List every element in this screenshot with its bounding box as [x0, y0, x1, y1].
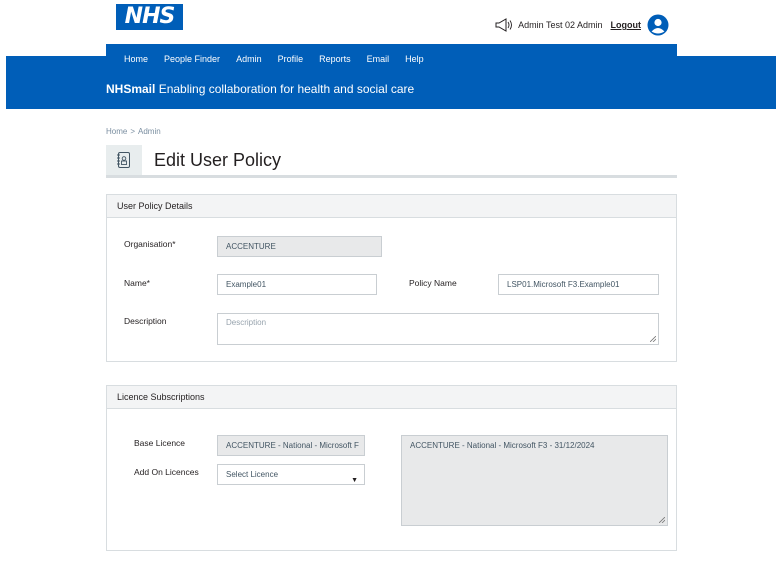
main-nav: Home People Finder Admin Profile Reports…: [106, 44, 677, 74]
add-on-licence-select[interactable]: Select Licence ▼: [217, 464, 365, 485]
base-licence-label: Base Licence: [134, 438, 186, 448]
nav-help[interactable]: Help: [405, 54, 424, 64]
policy-name-label: Policy Name: [409, 278, 457, 288]
user-area: Admin Test 02 Admin Logout: [494, 12, 669, 38]
nav-profile[interactable]: Profile: [278, 54, 304, 64]
breadcrumb-admin[interactable]: Admin: [138, 127, 161, 136]
dropdown-arrow-icon[interactable]: ▼: [351, 471, 358, 484]
tagline-text: Enabling collaboration for health and so…: [155, 82, 415, 96]
top-bar: NHS Admin Test 02 Admin Logout: [0, 0, 781, 44]
licence-subscriptions-panel: Licence Subscriptions Base Licence ACCEN…: [106, 385, 677, 551]
nav-email[interactable]: Email: [367, 54, 390, 64]
organisation-label: Organisation*: [124, 239, 176, 249]
licence-summary-text: ACCENTURE - National - Microsoft F3 - 31…: [410, 441, 595, 450]
page-header: Edit User Policy: [106, 145, 677, 178]
user-name: Admin Test 02 Admin: [518, 20, 603, 30]
nhs-logo[interactable]: NHS: [116, 4, 183, 30]
logout-link[interactable]: Logout: [611, 20, 642, 30]
page-title: Edit User Policy: [154, 150, 282, 170]
description-textarea[interactable]: Description: [217, 313, 659, 345]
resize-grip-icon[interactable]: [650, 336, 656, 342]
nav-people-finder[interactable]: People Finder: [164, 54, 220, 64]
user-policy-details-panel: User Policy Details Organisation* ACCENT…: [106, 194, 677, 362]
page-icon-box: [106, 145, 142, 175]
organisation-field: ACCENTURE: [217, 236, 382, 257]
breadcrumb-home[interactable]: Home: [106, 127, 127, 136]
panel-title: User Policy Details: [107, 195, 676, 218]
nav-reports[interactable]: Reports: [319, 54, 351, 64]
licence-summary-textarea: ACCENTURE - National - Microsoft F3 - 31…: [401, 435, 668, 526]
policy-name-input[interactable]: LSP01.Microsoft F3.Example01: [498, 274, 659, 295]
breadcrumb-separator: >: [130, 127, 136, 136]
name-label: Name*: [124, 278, 150, 288]
description-placeholder: Description: [226, 318, 267, 327]
resize-grip-icon[interactable]: [659, 517, 665, 523]
add-on-licences-label: Add On Licences: [134, 467, 199, 477]
policy-document-icon: [117, 152, 130, 168]
name-input[interactable]: Example01: [217, 274, 377, 295]
user-avatar-icon[interactable]: [647, 14, 669, 36]
panel-title: Licence Subscriptions: [107, 386, 676, 409]
nav-home[interactable]: Home: [124, 54, 148, 64]
breadcrumb: Home > Admin: [106, 127, 161, 136]
base-licence-field: ACCENTURE - National - Microsoft F: [217, 435, 365, 456]
add-on-licence-selected: Select Licence: [226, 470, 279, 479]
tagline-brand: NHSmail: [106, 82, 156, 96]
nav-admin[interactable]: Admin: [236, 54, 262, 64]
description-label: Description: [124, 316, 167, 326]
megaphone-icon[interactable]: [494, 18, 514, 32]
tagline: NHSmail Enabling collaboration for healt…: [106, 82, 414, 96]
